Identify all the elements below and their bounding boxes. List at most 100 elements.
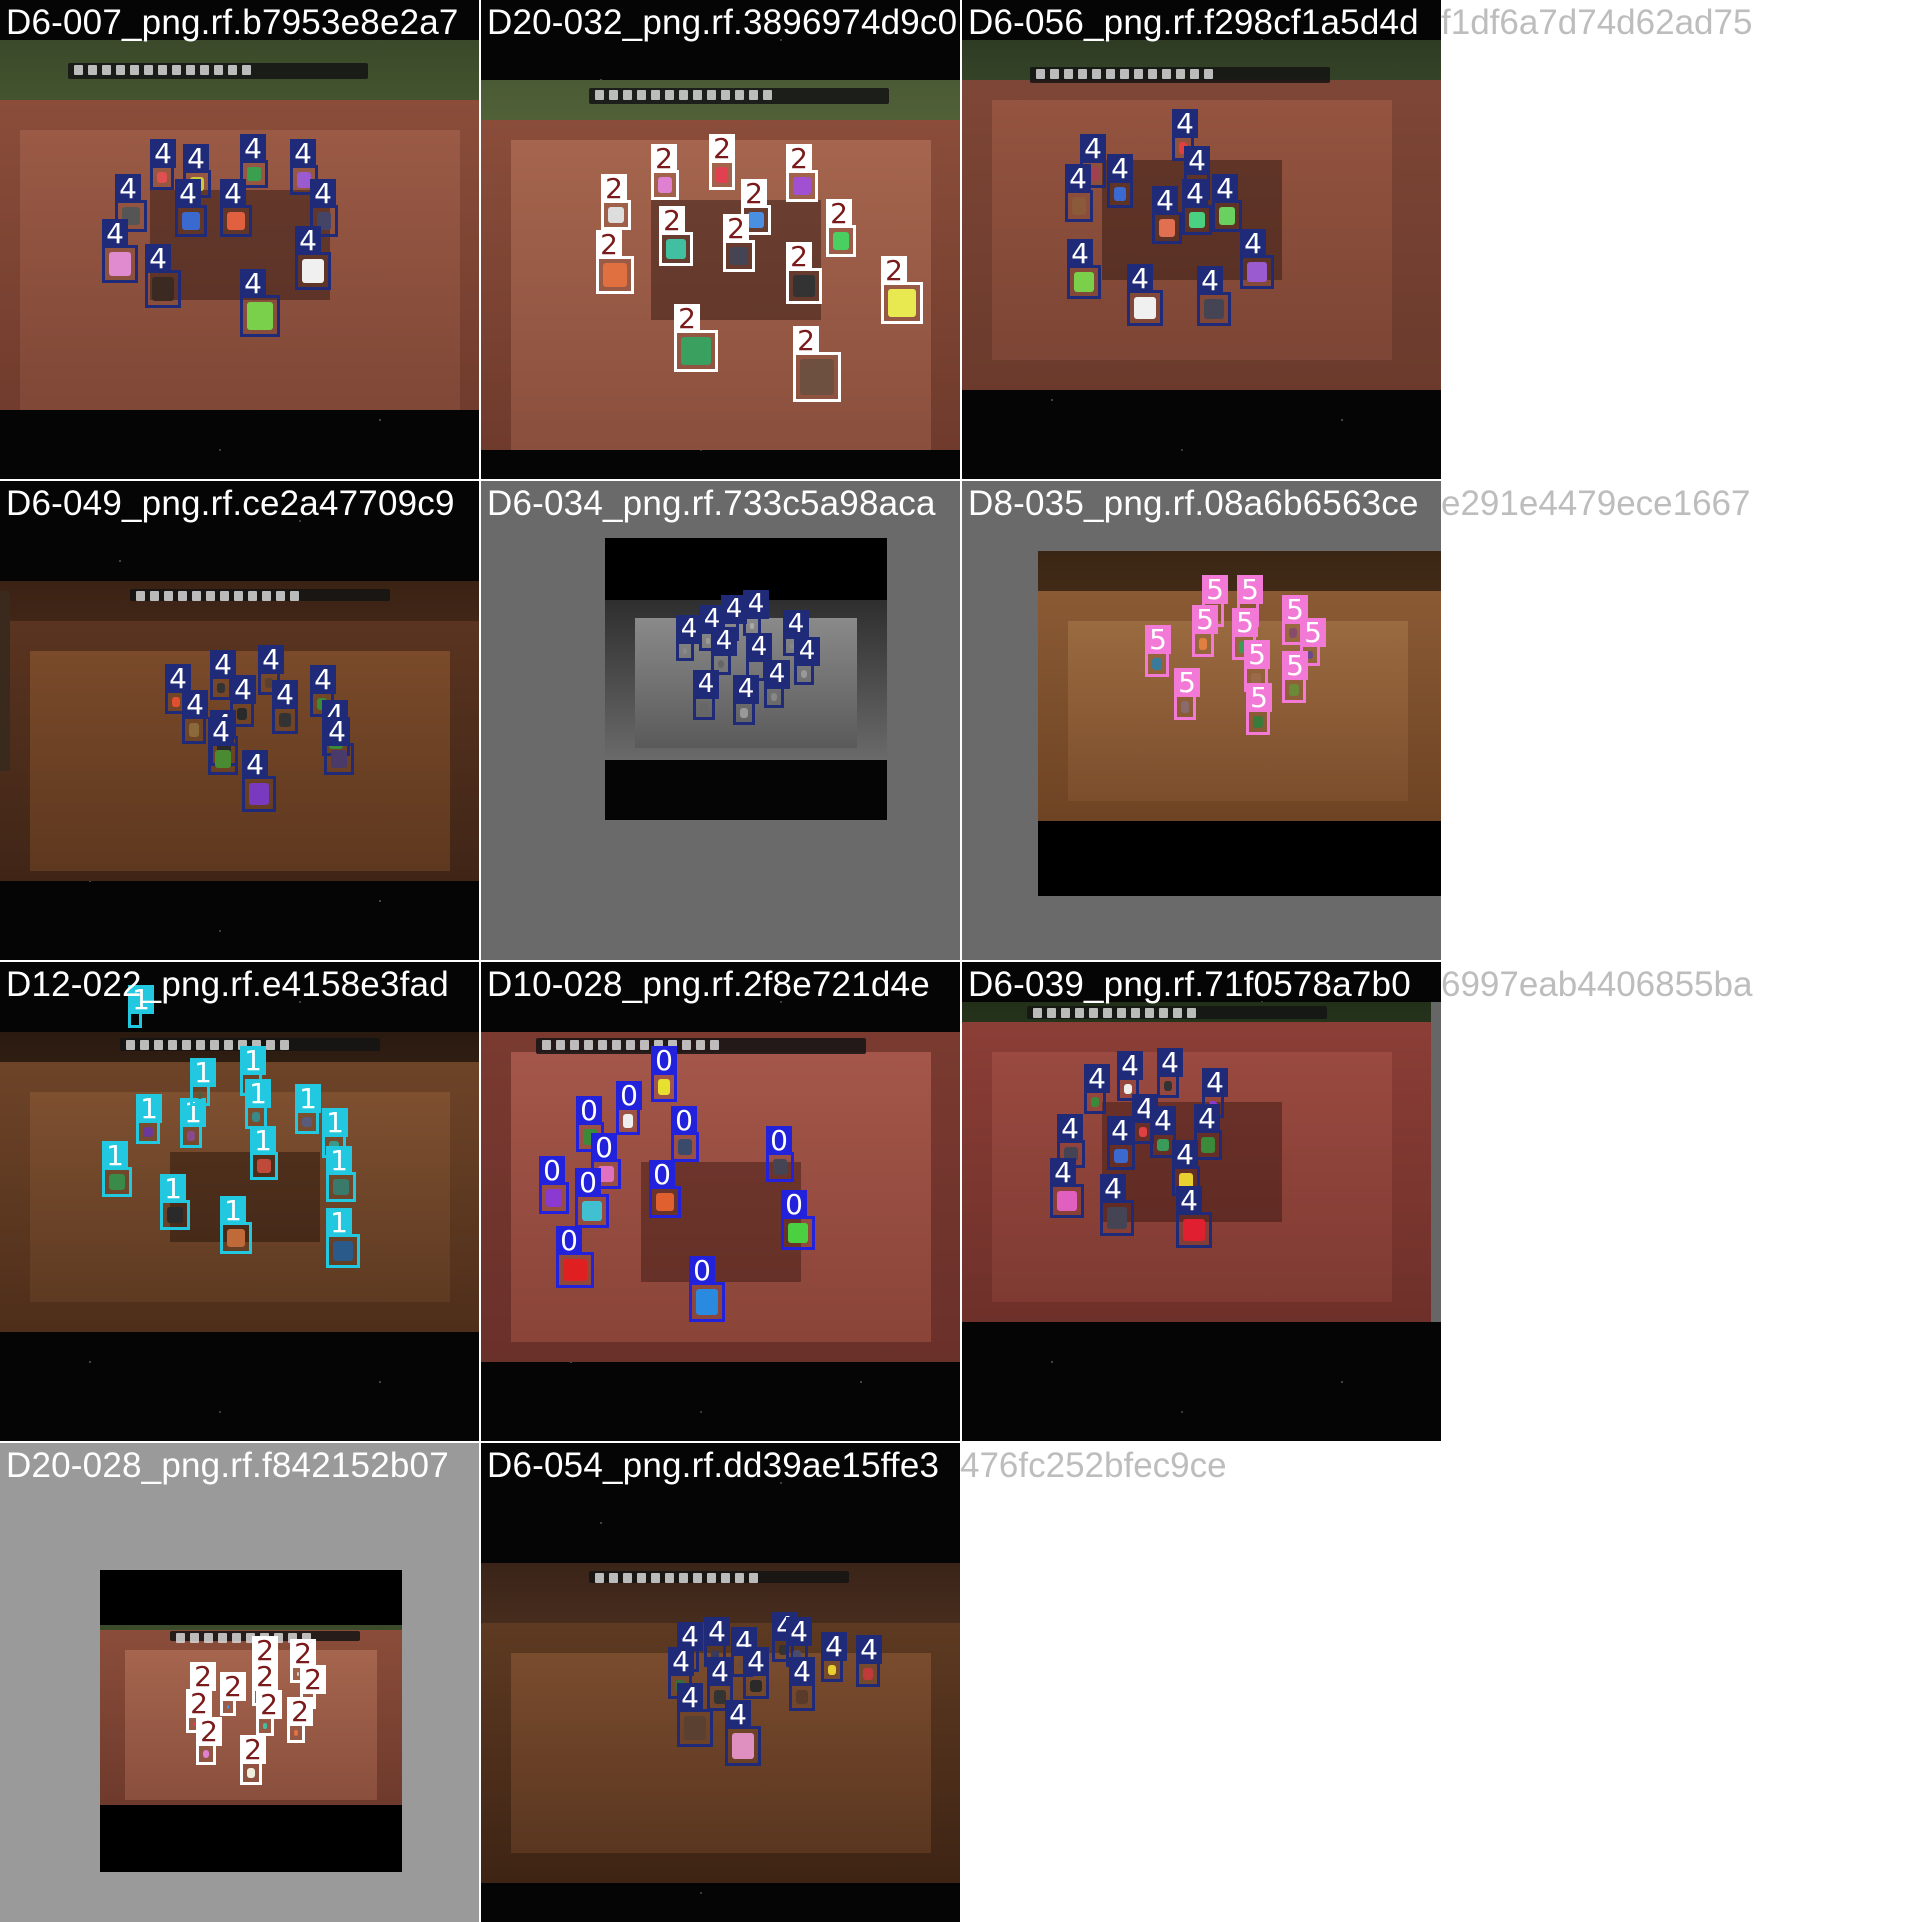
die-box: 4 <box>210 650 236 700</box>
die-box: 4 <box>1212 174 1242 232</box>
die-box: 2 <box>723 214 755 272</box>
die-box: 5 <box>1246 683 1272 735</box>
die-box: 1 <box>326 1208 360 1268</box>
toolbar[interactable] <box>536 1038 866 1054</box>
die-box: 4 <box>1084 1064 1110 1114</box>
die-box: 1 <box>250 1126 278 1180</box>
die-box: 2 <box>287 1697 313 1743</box>
die-box: 4 <box>733 675 759 725</box>
tile-title: D6-054_png.rf.dd39ae15ffe3 <box>487 1446 940 1485</box>
die-box: 4 <box>1067 239 1101 299</box>
die-box: 2 <box>196 1717 222 1765</box>
tile-title: D6-007_png.rf.b7953e8e2a7 <box>6 3 459 42</box>
toolbar[interactable] <box>130 589 390 601</box>
die-box: 4 <box>1152 186 1182 244</box>
table-scene <box>962 1002 1441 1322</box>
die-box: 2 <box>786 242 822 304</box>
die-box: 0 <box>649 1160 681 1218</box>
die-box: 4 <box>1194 1104 1222 1160</box>
die-box: 4 <box>743 1647 769 1699</box>
die-box: 4 <box>175 179 207 237</box>
tile-5: 4 4 4 4 4 4 4 4 4 4 4 D6-034_png.rf.733c… <box>481 481 960 960</box>
tile-title: D6-039_png.rf.71f0578a7b0 <box>968 965 1411 1004</box>
toolbar[interactable] <box>589 1571 849 1583</box>
die-box: 2 <box>709 134 735 190</box>
die-box: 4 <box>725 1700 761 1766</box>
tile-11: 4 4 4 4 4 4 4 4 4 4 4 4 4 D6-054_png.rf.… <box>481 1443 960 1922</box>
overflow-title: 476fc252bfec9ce <box>960 1446 1227 1485</box>
die-box: 4 <box>324 717 354 775</box>
toolbar[interactable] <box>1030 67 1330 83</box>
die-box: 0 <box>781 1190 815 1250</box>
die-box: 4 <box>295 226 331 290</box>
toolbar[interactable] <box>589 88 889 104</box>
tile-title: D20-028_png.rf.f842152b07 <box>6 1446 449 1485</box>
die-box: 4 <box>821 1632 847 1682</box>
die-box: 4 <box>150 139 176 190</box>
die-box: 4 <box>145 244 181 308</box>
die-box: 4 <box>1157 1048 1183 1098</box>
die-box: 0 <box>616 1081 642 1135</box>
die-box: 4 <box>1107 1116 1135 1170</box>
die-box: 1 <box>326 1146 356 1202</box>
die-box: 0 <box>766 1126 794 1182</box>
die-box: 5 <box>1282 651 1308 703</box>
die-box: 4 <box>1107 154 1133 208</box>
die-box: 4 <box>794 637 820 685</box>
tile-3: 4 4 4 4 4 4 4 4 4 4 4 4 D6-056_png.rf.f2… <box>962 0 1441 479</box>
tile-title: D12-022_png.rf.e4158e3fad <box>6 965 449 1004</box>
die-box: 4 <box>1176 1186 1212 1248</box>
overflow-title: 6997eab4406855ba <box>1441 965 1753 1004</box>
die-box: 0 <box>671 1106 699 1162</box>
die-box: 4 <box>182 690 208 744</box>
die-box: 2 <box>826 199 856 257</box>
die-box: 4 <box>1100 1174 1134 1236</box>
tile-6: 5 5 5 5 5 5 5 5 5 5 5 D8-035_png.rf.08a6… <box>962 481 1441 960</box>
tile-1: 4 4 4 4 4 4 4 4 4 4 4 4 D6-007_png.rf.b7… <box>0 0 479 479</box>
die-box: 5 <box>1174 668 1200 720</box>
die-box: 2 <box>240 1735 266 1785</box>
overflow-title: e291e4479ece1667 <box>1441 484 1751 523</box>
die-box: 2 <box>793 326 841 402</box>
die-box: 2 <box>786 144 818 202</box>
die-box: 0 <box>575 1168 609 1228</box>
die-box: 4 <box>764 660 790 708</box>
die-box: 1 <box>160 1174 190 1230</box>
tile-7: 1 1 1 1 1 1 1 1 1 1 1 1 1 1 D12-022_png.… <box>0 962 479 1441</box>
die-box: 4 <box>789 1657 815 1711</box>
die-box: 4 <box>677 1683 713 1747</box>
die-box: 2 <box>220 1672 246 1716</box>
die-box: 4 <box>220 179 252 237</box>
die-box: 4 <box>1065 164 1093 222</box>
scrollbar[interactable] <box>1431 1002 1441 1322</box>
die-box: 4 <box>1240 229 1274 289</box>
overflow-title: f1df6a7d74d62ad75 <box>1441 3 1753 42</box>
die-box: 4 <box>208 717 238 775</box>
tile-9: 4 4 4 4 4 4 4 4 4 4 4 4 4 D6-039_png.rf.… <box>962 962 1441 1441</box>
die-box: 0 <box>651 1046 677 1102</box>
toolbar[interactable] <box>68 63 368 79</box>
die-box: 1 <box>190 1058 216 1106</box>
tile-title: D6-049_png.rf.ce2a47709c9 <box>6 484 455 523</box>
die-box: 2 <box>651 144 679 200</box>
die-box: 2 <box>881 256 923 324</box>
table-scene <box>0 581 479 881</box>
tile-2: 2 2 2 2 2 2 2 2 2 2 2 2 2 D20-032_png.rf… <box>481 0 960 479</box>
die-box: 4 <box>1127 264 1163 326</box>
die-box: 2 <box>659 206 693 266</box>
die-box: 1 <box>180 1098 206 1148</box>
tile-title: D20-032_png.rf.3896974d9c0 <box>487 3 958 42</box>
side-panel[interactable] <box>0 591 10 771</box>
table-scene <box>100 1570 402 1872</box>
die-box: 2 <box>596 230 634 294</box>
die-box: 1 <box>102 1141 132 1197</box>
die-box: 4 <box>676 615 702 661</box>
table-scene <box>481 1563 960 1883</box>
tile-title: D10-028_png.rf.2f8e721d4e <box>487 965 930 1004</box>
tile-title: D6-034_png.rf.733c5a98aca <box>487 484 936 523</box>
toolbar[interactable] <box>1027 1006 1327 1019</box>
tile-8: 0 0 0 0 0 0 0 0 0 0 0 0 D10-028_png.rf.2… <box>481 962 960 1441</box>
tile-title: D6-056_png.rf.f298cf1a5d4d <box>968 3 1419 42</box>
die-box: 4 <box>1182 179 1212 235</box>
die-box: 4 <box>240 269 280 337</box>
